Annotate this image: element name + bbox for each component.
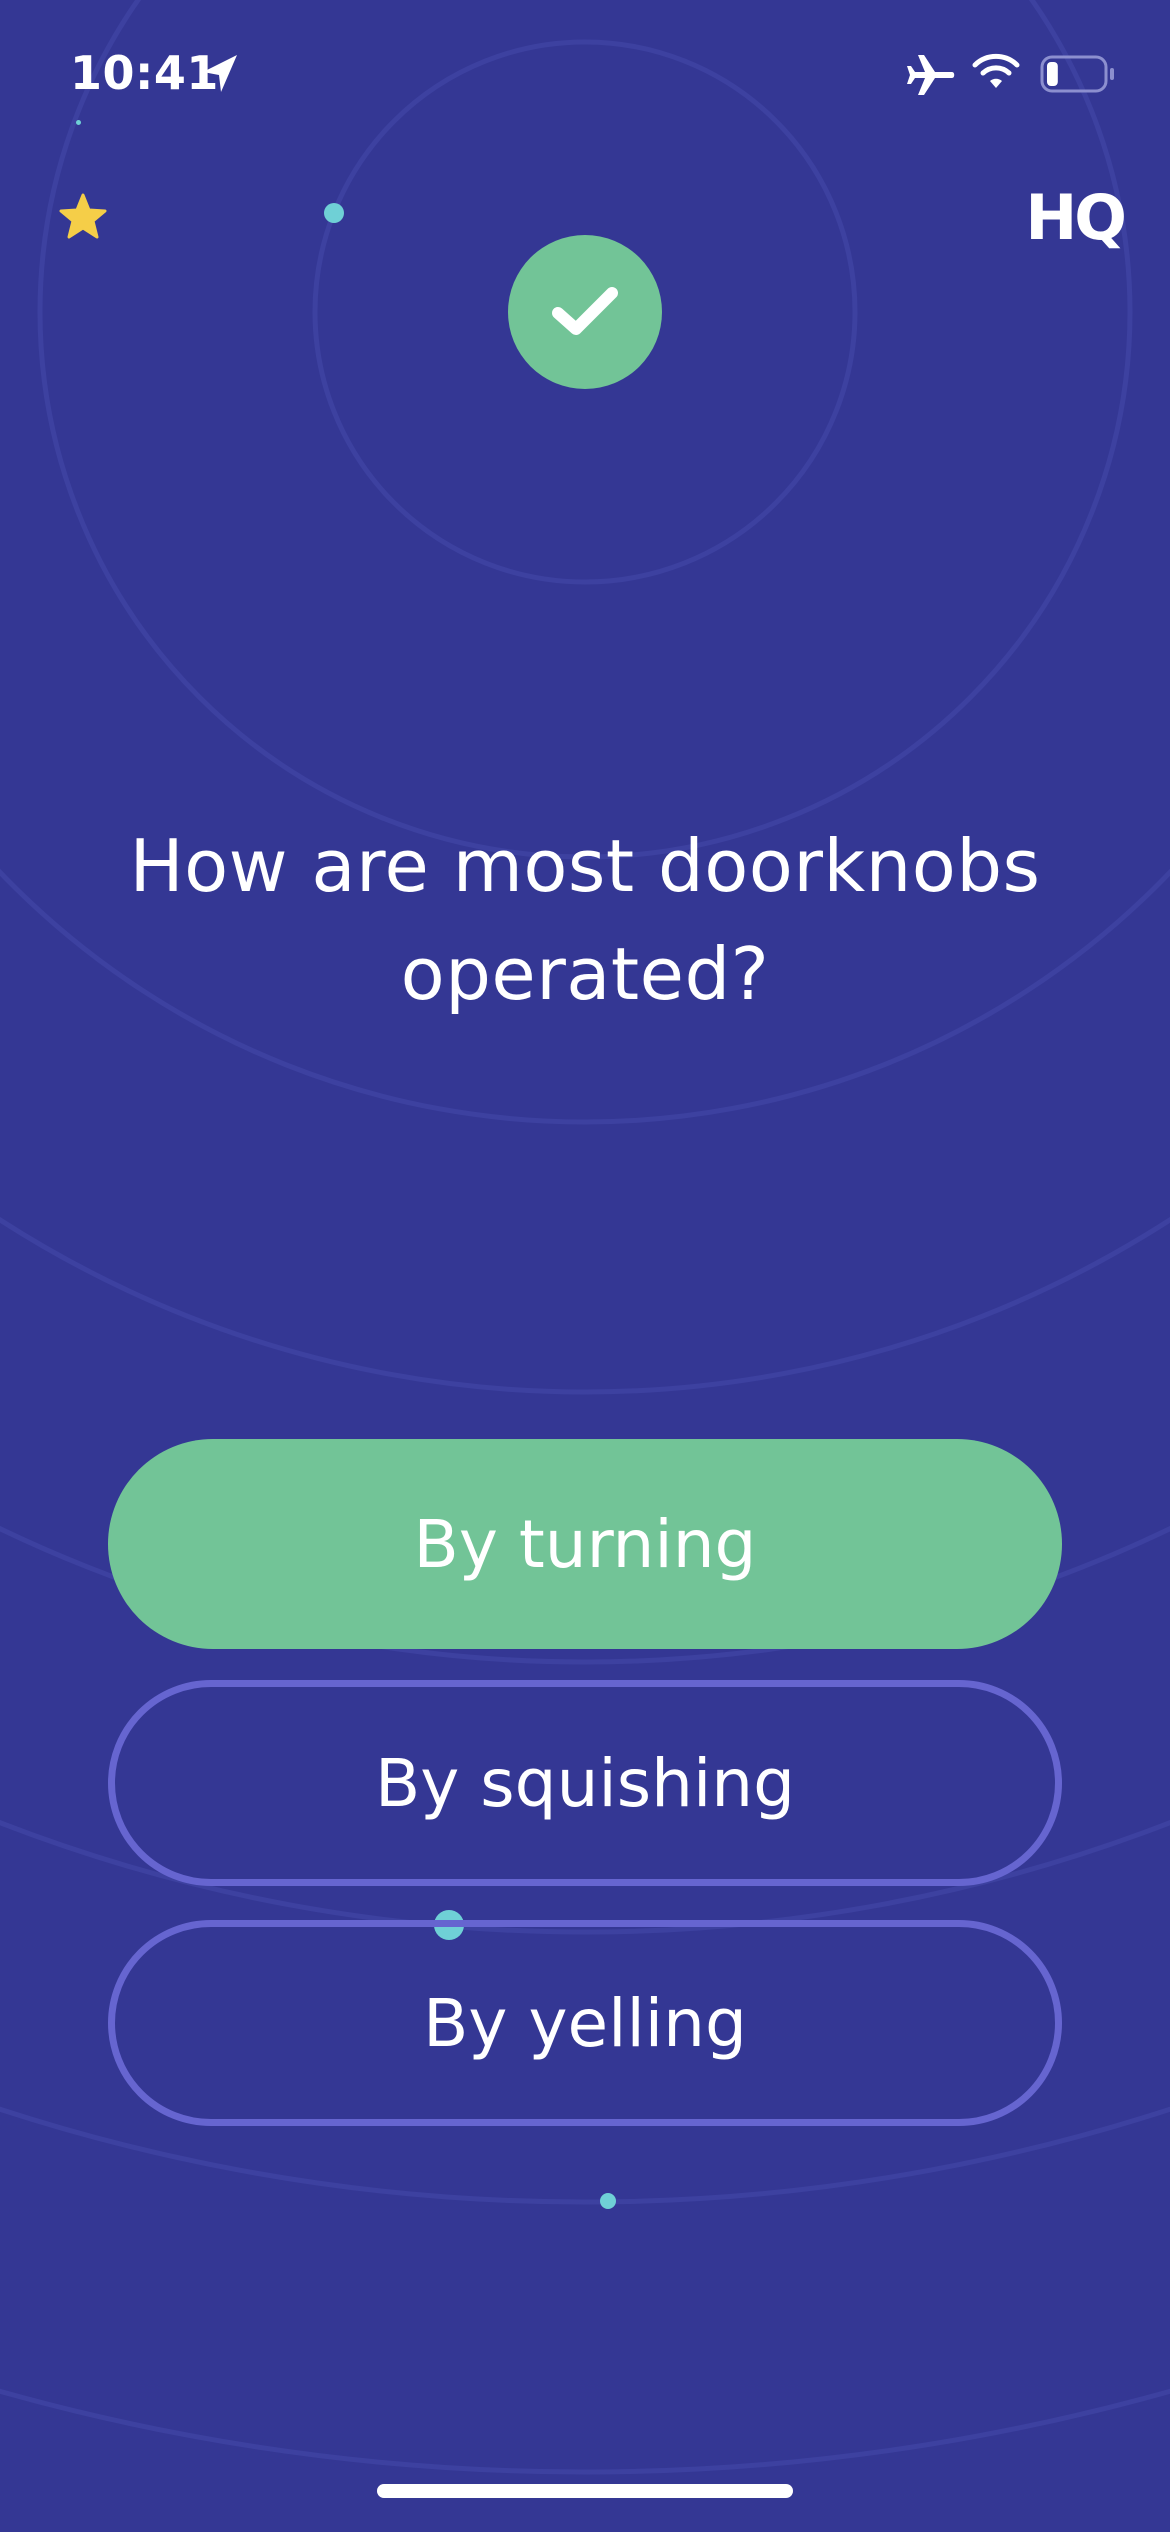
- answer-option[interactable]: By squishing: [108, 1680, 1062, 1886]
- hq-logo: HQ: [1025, 181, 1127, 254]
- indicator-dot: [76, 120, 81, 125]
- answer-option[interactable]: By yelling: [108, 1920, 1062, 2126]
- answer-label: By squishing: [374, 1744, 796, 1822]
- correct-result-badge: [508, 235, 662, 389]
- star-icon[interactable]: [58, 192, 108, 242]
- airplane-icon: [907, 55, 955, 95]
- floating-dot: [600, 2193, 616, 2209]
- status-time: 10:41: [70, 46, 219, 100]
- wifi-icon: [972, 53, 1020, 88]
- answer-option-correct[interactable]: By turning: [108, 1439, 1062, 1649]
- home-indicator[interactable]: [377, 2484, 793, 2498]
- location-arrow-icon: [203, 55, 237, 92]
- question-text: How are most doorknobs operated?: [129, 824, 1041, 1016]
- answer-label: By turning: [413, 1505, 757, 1583]
- floating-dot: [324, 203, 344, 223]
- answer-label: By yelling: [423, 1984, 747, 2062]
- checkmark-icon: [552, 287, 618, 335]
- battery-icon: [1040, 55, 1114, 93]
- trivia-screen: 10:41 HQ How are most doorknobs operated…: [0, 0, 1170, 2532]
- status-bar: 10:41: [0, 0, 1170, 150]
